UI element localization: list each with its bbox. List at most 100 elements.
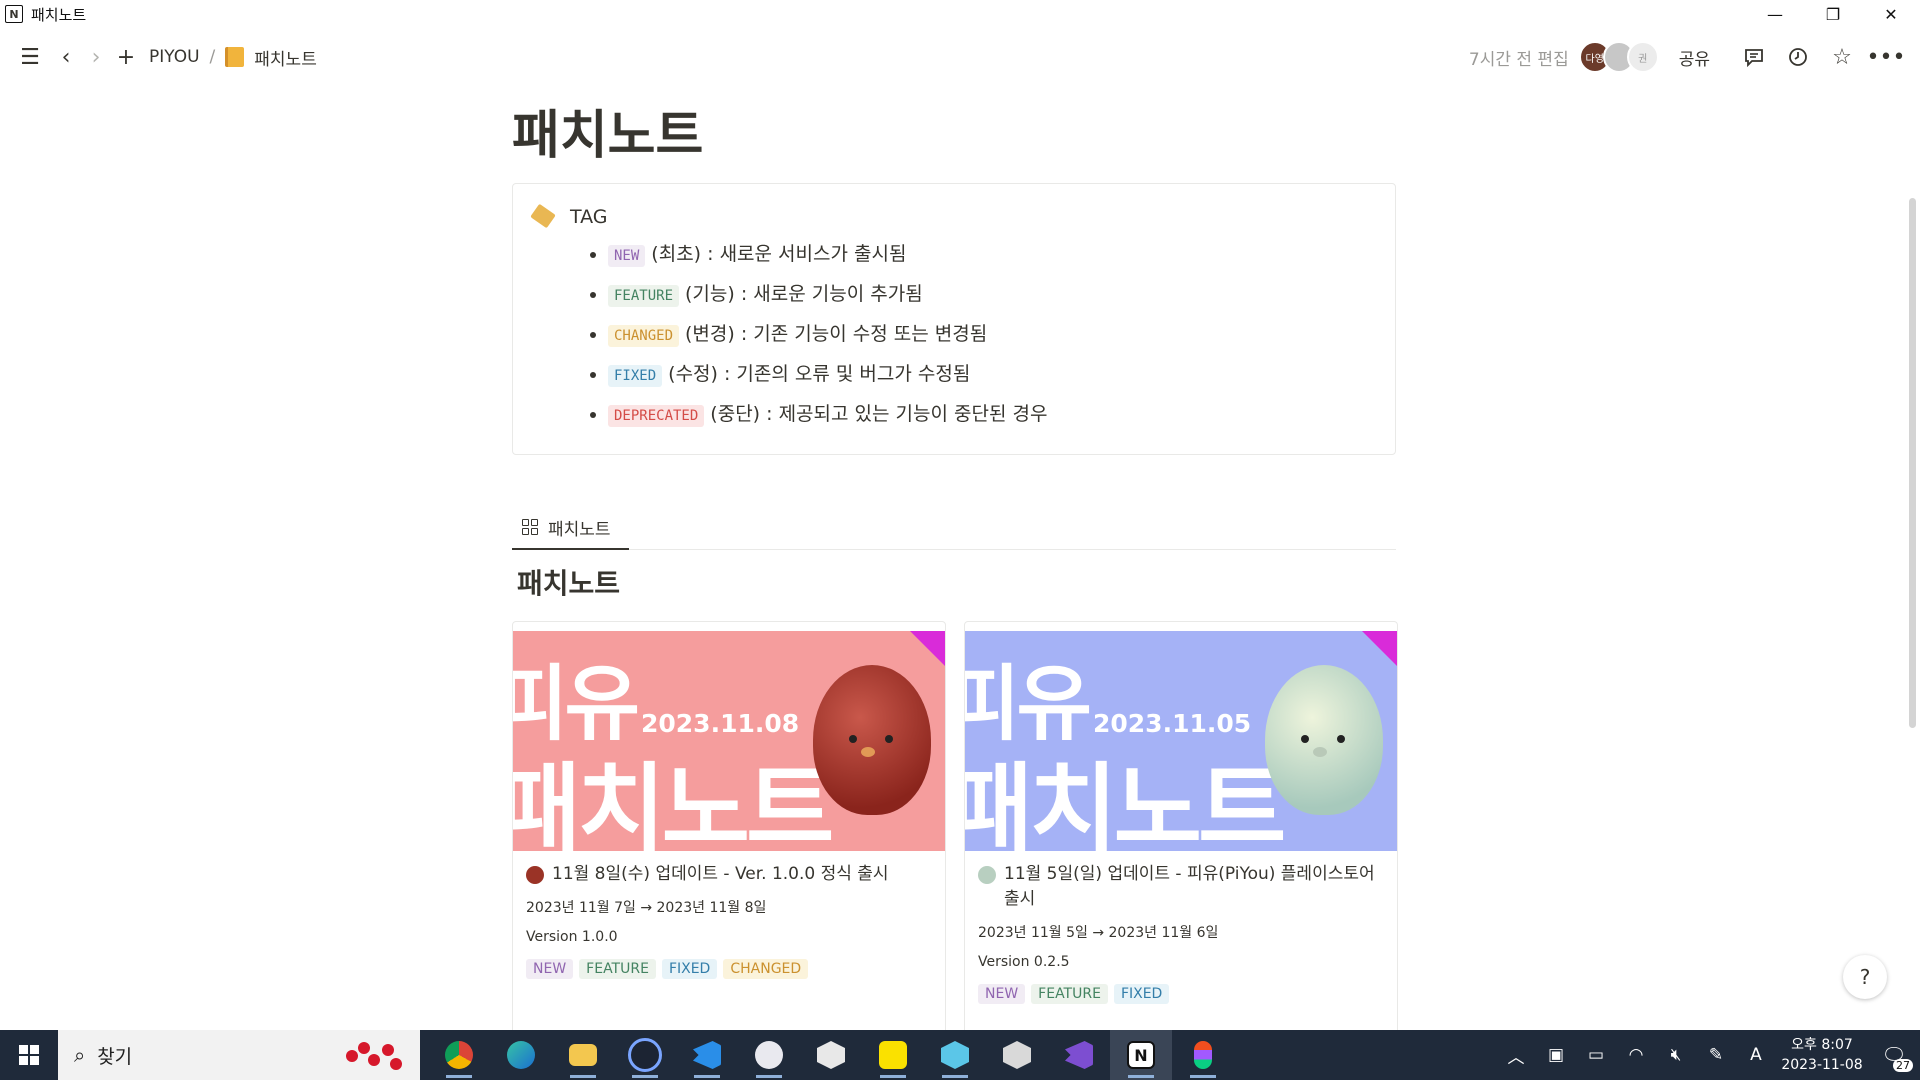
clock-app-icon[interactable] — [614, 1030, 676, 1080]
card-version: Version 1.0.0 — [526, 929, 618, 945]
tag-fixed: FIXED — [661, 959, 718, 979]
chevron-up-icon[interactable]: ︿ — [1496, 1030, 1536, 1080]
scrollbar-thumb[interactable] — [1909, 198, 1916, 728]
tag-description: (중단) : 제공되고 있는 기능이 중단된 경우 — [710, 403, 1048, 425]
cover-title-line2: 패치노트 — [513, 753, 834, 851]
breadcrumb-workspace[interactable]: PIYOU — [149, 47, 200, 67]
tag-code: FIXED — [608, 365, 663, 387]
start-button[interactable] — [0, 1030, 58, 1080]
last-edited[interactable]: 7시간 전 편집 — [1469, 45, 1569, 70]
card-title-text: 11월 8일(수) 업데이트 - Ver. 1.0.0 정식 출시 — [552, 864, 889, 884]
notification-center-icon[interactable]: 🗨︎ 27 — [1868, 1030, 1920, 1080]
chrome-icon[interactable] — [428, 1030, 490, 1080]
window-title: 패치노트 — [31, 5, 87, 24]
page-title[interactable]: 패치노트 — [512, 96, 1396, 176]
page-content: 패치노트 TAG NEW(최초) : 새로운 서비스가 출시됨 FEATURE(… — [512, 96, 1398, 1043]
gallery-card[interactable]: 피유 패치노트 2023.11.08 11월 8일(수) 업데이트 - Ver.… — [512, 621, 946, 1043]
restore-button[interactable]: ❐ — [1804, 0, 1862, 28]
cover-date: 2023.11.05 — [1093, 709, 1252, 738]
card-tags: NEW FEATURE FIXED CHANGED — [526, 959, 936, 979]
card-body: 11월 8일(수) 업데이트 - Ver. 1.0.0 정식 출시 2023년 … — [526, 862, 936, 979]
mascot-eye — [1337, 735, 1345, 743]
mascot-illustration — [813, 665, 931, 815]
clock-date: 2023-11-08 — [1781, 1057, 1863, 1073]
tag-new: NEW — [978, 984, 1026, 1004]
forward-icon[interactable]: › — [81, 42, 111, 72]
more-options-icon[interactable]: ••• — [1867, 39, 1906, 75]
tag-list: NEW(최초) : 새로운 서비스가 출시됨 FEATURE(기능) : 새로운… — [568, 234, 1047, 434]
wifi-icon[interactable]: ◠ — [1616, 1030, 1656, 1080]
favorite-star-icon[interactable]: ☆ — [1824, 39, 1860, 75]
unity-hub-icon[interactable] — [986, 1030, 1048, 1080]
add-page-icon[interactable]: + — [111, 42, 141, 72]
taskbar-clock[interactable]: 오후 8:07 2023-11-08 — [1776, 1035, 1868, 1075]
card-cover-image: 피유 패치노트 2023.11.08 — [513, 631, 945, 851]
back-icon[interactable]: ‹ — [51, 42, 81, 72]
window-titlebar: N 패치노트 — ❐ ✕ — [0, 0, 1920, 28]
breadcrumb-page[interactable]: 패치노트 — [254, 45, 317, 70]
mascot-emoji-icon — [978, 866, 996, 884]
file-explorer-icon[interactable] — [552, 1030, 614, 1080]
cover-title-line2: 패치노트 — [965, 753, 1286, 851]
windows-logo-icon — [19, 1045, 39, 1065]
card-title[interactable]: 11월 8일(수) 업데이트 - Ver. 1.0.0 정식 출시 — [526, 862, 936, 887]
close-button[interactable]: ✕ — [1862, 0, 1920, 28]
avatar: 권 — [1626, 41, 1659, 73]
tag-callout[interactable]: TAG NEW(최초) : 새로운 서비스가 출시됨 FEATURE(기능) :… — [512, 183, 1396, 455]
volume-muted-icon[interactable]: 🔇︎ — [1656, 1030, 1696, 1080]
visual-studio-icon[interactable] — [1048, 1030, 1110, 1080]
figma-icon[interactable] — [1172, 1030, 1234, 1080]
notion-taskbar-icon[interactable]: N — [1110, 1030, 1172, 1080]
devtool-app-icon[interactable] — [924, 1030, 986, 1080]
tag-description: (변경) : 기존 기능이 수정 또는 변경됨 — [685, 323, 988, 345]
tag-feature: FEATURE — [1031, 984, 1108, 1004]
vscode-icon[interactable] — [676, 1030, 738, 1080]
system-tray: ︿ ▣ ▭ ◠ 🔇︎ ✎ A 오후 8:07 2023-11-08 🗨︎ 27 — [1496, 1030, 1920, 1080]
topbar-actions: 7시간 전 편집 다영 권 공유 ☆ ••• — [1469, 36, 1906, 78]
input-indicator[interactable]: A — [1736, 1030, 1776, 1080]
card-date-range: 2023년 11월 7일 → 2023년 11월 8일 — [526, 900, 767, 916]
windows-taskbar: ⌕ 찾기 N ︿ ▣ ▭ ◠ 🔇︎ ✎ A 오후 8:07 2023-11-08… — [0, 1030, 1920, 1080]
collaborator-avatars[interactable]: 다영 권 — [1578, 41, 1659, 73]
battery-icon[interactable]: ▭ — [1576, 1030, 1616, 1080]
pen-icon[interactable]: ✎ — [1696, 1030, 1736, 1080]
card-cover-image: 피유 패치노트 2023.11.05 — [965, 631, 1397, 851]
kakaotalk-icon[interactable] — [862, 1030, 924, 1080]
taskbar-search[interactable]: ⌕ 찾기 — [58, 1030, 420, 1080]
card-version: Version 0.2.5 — [978, 954, 1070, 970]
tab-gallery-view[interactable]: 패치노트 — [512, 506, 629, 550]
tag-feature: FEATURE — [579, 959, 656, 979]
page-scrollbar[interactable] — [1906, 80, 1920, 1030]
clock-time: 오후 8:07 — [1791, 1037, 1853, 1053]
tag-code: NEW — [608, 245, 646, 267]
tag-icon — [530, 203, 556, 229]
comments-icon[interactable] — [1736, 39, 1772, 75]
unity-icon[interactable] — [800, 1030, 862, 1080]
edge-icon[interactable] — [490, 1030, 552, 1080]
mascot-eye — [1301, 735, 1309, 743]
search-placeholder: 찾기 — [97, 1045, 133, 1068]
list-item: DEPRECATED(중단) : 제공되고 있는 기능이 중단된 경우 — [608, 394, 1047, 434]
minimize-button[interactable]: — — [1746, 0, 1804, 28]
paint-app-icon[interactable] — [738, 1030, 800, 1080]
holly-berries-decoration — [338, 1036, 408, 1076]
history-icon[interactable] — [1780, 39, 1816, 75]
list-item: NEW(최초) : 새로운 서비스가 출시됨 — [608, 234, 1047, 274]
database-title[interactable]: 패치노트 — [517, 562, 620, 602]
gallery-card[interactable]: 피유 패치노트 2023.11.05 11월 5일(일) 업데이트 - 피유(P… — [964, 621, 1398, 1043]
tag-code: FEATURE — [608, 285, 680, 307]
mascot-illustration — [1265, 665, 1383, 815]
search-icon: ⌕ — [74, 1043, 86, 1067]
mascot-beak — [861, 747, 875, 757]
meet-now-icon[interactable]: ▣ — [1536, 1030, 1576, 1080]
cover-corner-accent — [901, 631, 945, 666]
menu-icon[interactable]: ☰ — [15, 42, 45, 72]
mascot-emoji-icon — [526, 866, 544, 884]
card-date-range: 2023년 11월 5일 → 2023년 11월 6일 — [978, 925, 1219, 941]
card-title[interactable]: 11월 5일(일) 업데이트 - 피유(PiYou) 플레이스토어 출시 — [978, 862, 1388, 912]
card-tags: NEW FEATURE FIXED — [978, 984, 1388, 1004]
share-button[interactable]: 공유 — [1679, 45, 1710, 70]
card-body: 11월 5일(일) 업데이트 - 피유(PiYou) 플레이스토어 출시 202… — [978, 862, 1388, 1004]
help-button[interactable]: ? — [1843, 955, 1887, 999]
card-title-text: 11월 5일(일) 업데이트 - 피유(PiYou) 플레이스토어 출시 — [1004, 864, 1375, 909]
